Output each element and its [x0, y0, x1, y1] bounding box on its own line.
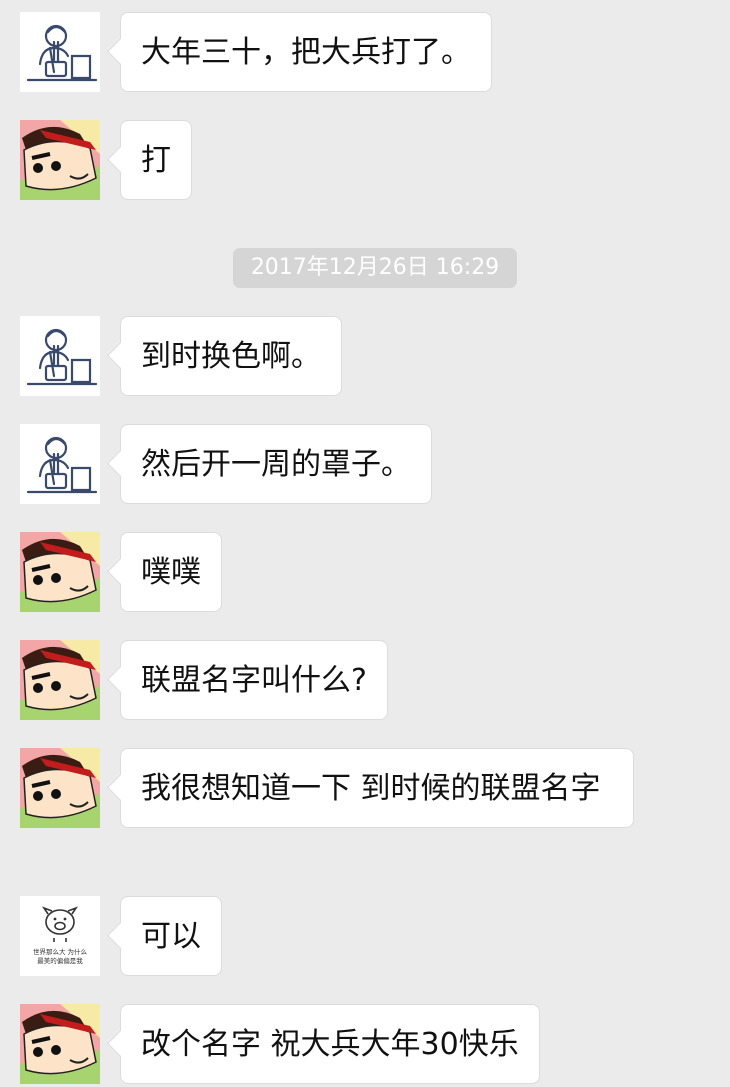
man-avatar-icon[interactable]	[20, 316, 100, 396]
message-bubble[interactable]: 我很想知道一下 到时候的联盟名字	[120, 748, 634, 828]
shinchan-avatar-icon[interactable]	[20, 748, 100, 828]
shinchan-avatar-icon[interactable]	[20, 532, 100, 612]
pig-meme-caption: 世界那么大 为什么 最美的偏偏是我	[32, 948, 88, 965]
message-bubble[interactable]: 到时换色啊。	[120, 316, 342, 396]
pig-meme-avatar-icon[interactable]: 世界那么大 为什么 最美的偏偏是我	[20, 896, 100, 976]
shinchan-avatar-icon[interactable]	[20, 120, 100, 200]
shinchan-avatar-icon[interactable]	[20, 640, 100, 720]
timestamp-badge: 2017年12月26日 16:29	[233, 248, 517, 288]
shinchan-avatar-icon[interactable]	[20, 1004, 100, 1084]
message-bubble[interactable]: 联盟名字叫什么?	[120, 640, 388, 720]
message-bubble[interactable]: 可以	[120, 896, 222, 976]
message-bubble[interactable]: 噗噗	[120, 532, 222, 612]
man-avatar-icon[interactable]	[20, 424, 100, 504]
message-bubble[interactable]: 打	[120, 120, 192, 200]
message-bubble[interactable]: 大年三十，把大兵打了。	[120, 12, 492, 92]
man-avatar-icon[interactable]	[20, 12, 100, 92]
message-bubble[interactable]: 改个名字 祝大兵大年30快乐	[120, 1004, 540, 1084]
message-bubble[interactable]: 然后开一周的罩子。	[120, 424, 432, 504]
